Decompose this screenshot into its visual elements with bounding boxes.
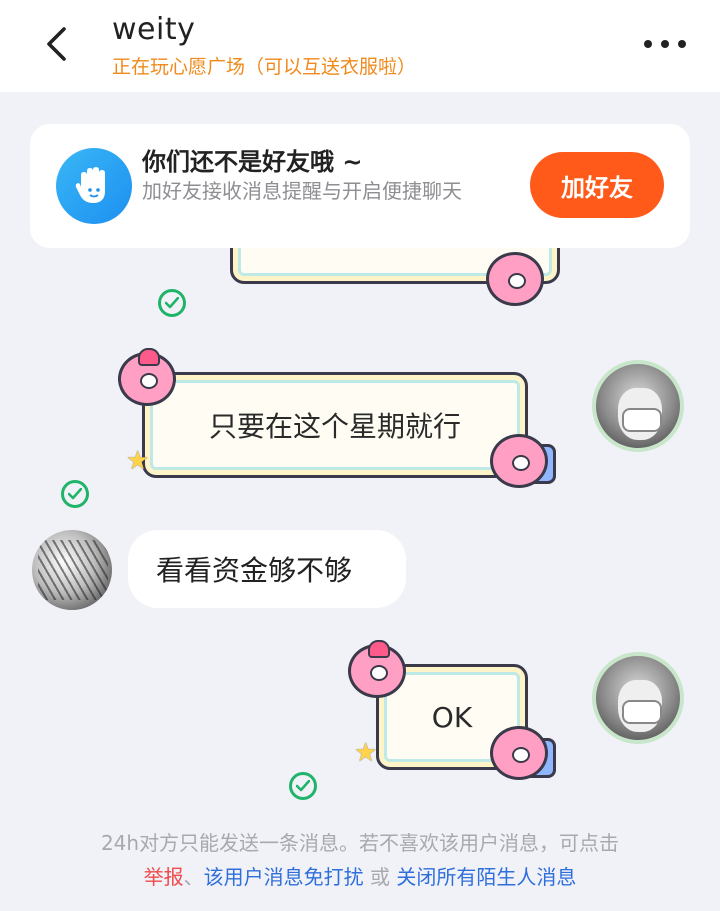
hand-wave-icon [56, 148, 132, 224]
heart-sticker-icon [368, 640, 390, 658]
my-avatar[interactable] [592, 360, 684, 452]
chat-header: weity 正在玩心愿广场（可以互送衣服啦） [0, 0, 720, 92]
my-avatar[interactable] [592, 652, 684, 744]
chat-title[interactable]: weity [112, 12, 195, 47]
donut-sticker-icon [490, 434, 548, 488]
other-user-avatar[interactable] [32, 530, 112, 610]
message-list[interactable]: 只要在这个星期就行 ★ 看看资金够不够 OK ★ [0, 248, 720, 808]
more-options-button[interactable] [644, 30, 686, 58]
card-title: 你们还不是好友哦 ~ [142, 148, 363, 176]
mute-user-link[interactable]: 该用户消息免打扰 [204, 865, 364, 889]
add-friend-card: 你们还不是好友哦 ~ 加好友接收消息提醒与开启便捷聊天 加好友 [30, 124, 690, 248]
star-sticker-icon: ★ [354, 738, 378, 768]
check-circle-icon [158, 289, 186, 317]
separator: 或 [363, 865, 397, 889]
back-button[interactable] [36, 22, 76, 66]
chat-subtitle[interactable]: 正在玩心愿广场（可以互送衣服啦） [112, 52, 416, 79]
notice-text: 24h对方只能发送一条消息。若不喜欢该用户消息，可点击 [100, 831, 620, 855]
donut-sticker-icon [490, 726, 548, 780]
message-bubble[interactable]: 只要在这个星期就行 [142, 372, 528, 478]
check-circle-icon [289, 772, 317, 800]
message-bubble[interactable]: 看看资金够不够 [128, 530, 406, 608]
message-text: 只要在这个星期就行 [208, 410, 461, 443]
chevron-left-icon [47, 27, 66, 61]
add-friend-button[interactable]: 加好友 [530, 152, 664, 218]
heart-sticker-icon [138, 348, 160, 366]
donut-sticker-icon [486, 252, 544, 306]
check-circle-icon [61, 480, 89, 508]
message-text: OK [431, 700, 473, 734]
more-dots-icon [644, 40, 652, 48]
star-sticker-icon: ★ [126, 446, 150, 476]
report-link[interactable]: 举报 [144, 865, 184, 889]
close-stranger-messages-link[interactable]: 关闭所有陌生人消息 [396, 865, 576, 889]
card-description: 加好友接收消息提醒与开启便捷聊天 [142, 179, 462, 203]
stranger-message-notice: 24h对方只能发送一条消息。若不喜欢该用户消息，可点击 举报、该用户消息免打扰 … [0, 826, 720, 894]
separator: 、 [183, 865, 204, 889]
message-text: 看看资金够不够 [156, 554, 353, 587]
